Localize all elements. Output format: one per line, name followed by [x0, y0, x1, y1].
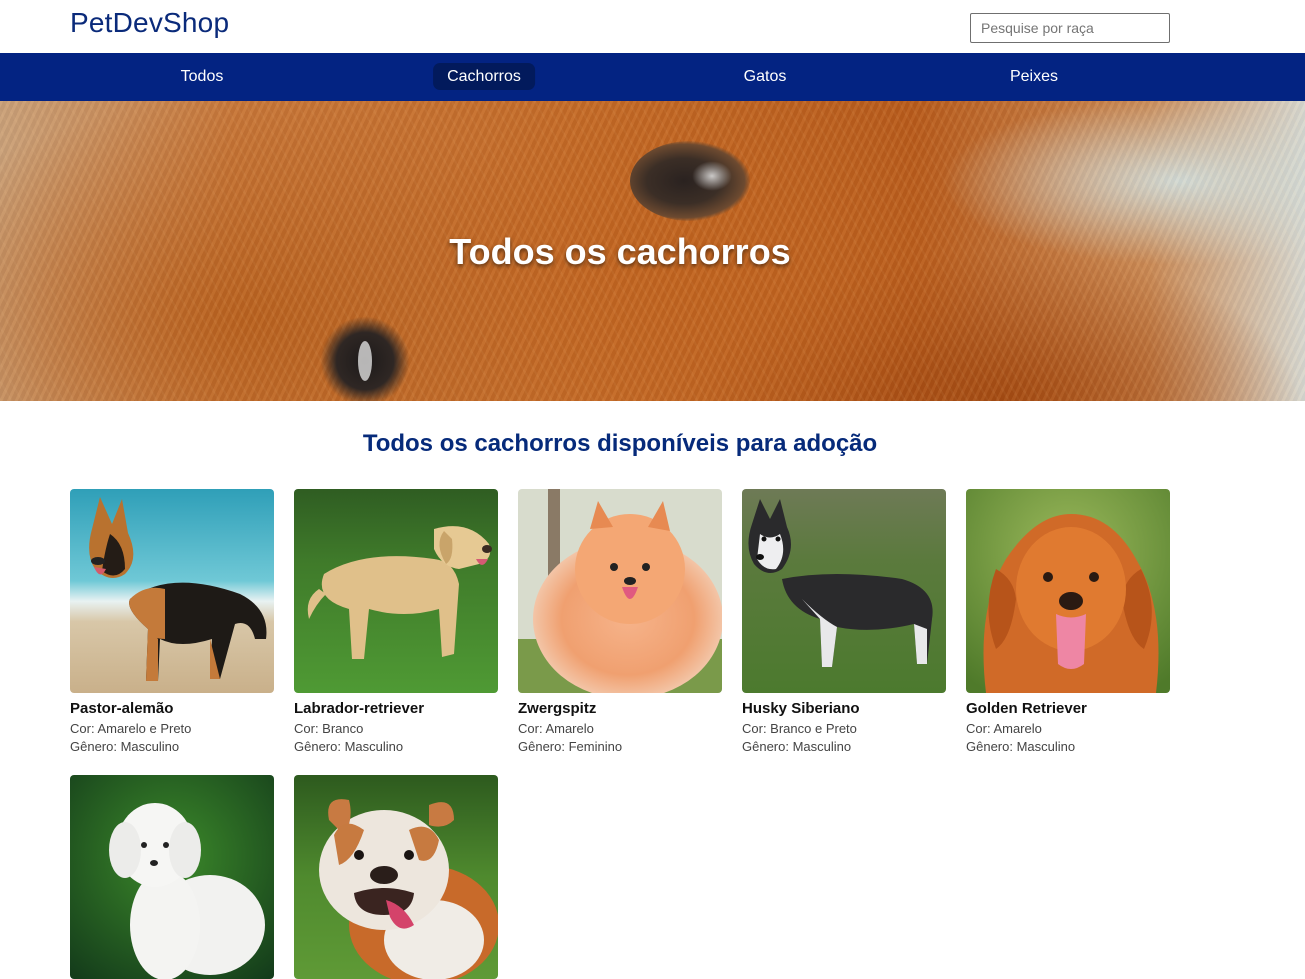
breed-search-input[interactable] — [970, 13, 1170, 43]
pet-card[interactable]: Labrador-retriever Cor: Branco Gênero: M… — [294, 489, 498, 756]
hero-title: Todos os cachorros — [449, 231, 791, 272]
pet-gender: Gênero: Feminino — [518, 739, 623, 754]
pet-name[interactable]: Golden Retriever — [966, 698, 1170, 720]
nav-item-todos[interactable]: Todos — [167, 63, 238, 90]
nav-item-cachorros[interactable]: Cachorros — [433, 63, 535, 90]
pet-gender: Gênero: Masculino — [742, 739, 852, 754]
pet-card[interactable]: Golden Retriever Cor: Amarelo Gênero: Ma… — [966, 489, 1170, 756]
poodle-photo[interactable] — [70, 775, 274, 979]
pomeranian-photo[interactable] — [518, 489, 722, 693]
pet-card[interactable] — [70, 775, 274, 979]
pet-color: Cor: Branco — [294, 721, 364, 736]
pet-color: Cor: Amarelo — [966, 721, 1042, 736]
pet-name[interactable]: Zwergspitz — [518, 698, 722, 720]
section-title: Todos os cachorros disponíveis para adoç… — [362, 430, 878, 457]
pet-gender: Gênero: Masculino — [70, 739, 180, 754]
nav-item-gatos[interactable]: Gatos — [730, 63, 801, 90]
pet-color: Cor: Amarelo — [518, 721, 594, 736]
pet-color: Cor: Branco e Preto — [742, 721, 857, 736]
hero-dog-eye — [630, 141, 750, 221]
pet-color: Cor: Amarelo e Preto — [70, 721, 192, 736]
golden-retriever-photo[interactable] — [966, 489, 1170, 693]
pet-card[interactable]: Pastor-alemão Cor: Amarelo e Preto Gêner… — [70, 489, 274, 756]
site-logo[interactable]: PetDevShop — [70, 7, 229, 39]
pet-card[interactable] — [294, 775, 498, 979]
pet-gender: Gênero: Masculino — [294, 739, 404, 754]
german-shepherd-photo[interactable] — [70, 489, 274, 693]
pet-card[interactable]: Zwergspitz Cor: Amarelo Gênero: Feminino — [518, 489, 722, 756]
pet-card[interactable]: Husky Siberiano Cor: Branco e Preto Gêne… — [742, 489, 946, 756]
site-header: PetDevShop — [0, 0, 1305, 53]
pet-name[interactable]: Husky Siberiano — [742, 698, 946, 720]
pet-name[interactable]: Pastor-alemão — [70, 698, 274, 720]
pet-gender: Gênero: Masculino — [966, 739, 1076, 754]
nav-item-peixes[interactable]: Peixes — [996, 63, 1072, 90]
labrador-photo[interactable] — [294, 489, 498, 693]
category-nav: Todos Cachorros Gatos Peixes — [0, 53, 1305, 101]
pet-name[interactable]: Labrador-retriever — [294, 698, 498, 720]
bulldog-photo[interactable] — [294, 775, 498, 979]
hero-dog-eye — [320, 316, 410, 401]
husky-photo[interactable] — [742, 489, 946, 693]
hero-banner: Todos os cachorros — [0, 101, 1305, 401]
